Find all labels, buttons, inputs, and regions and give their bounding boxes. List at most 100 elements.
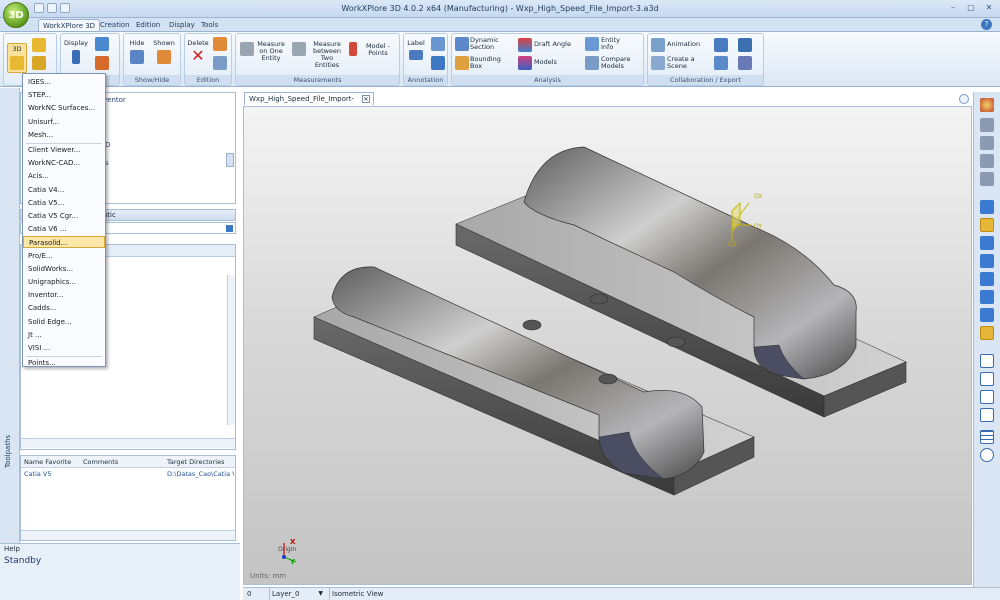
favorites-hscroll[interactable]: [21, 530, 235, 540]
menu-item-catia-v5-cgr[interactable]: Catia V5 Cgr...: [23, 210, 105, 222]
bottom-view-icon[interactable]: [980, 290, 994, 304]
text-abc-icon[interactable]: [431, 56, 445, 70]
zoom-fit-icon[interactable]: [980, 172, 994, 186]
hide-button[interactable]: Hide: [126, 40, 148, 66]
shown-cube-icon: [157, 50, 171, 64]
axis-y-label: Y: [290, 558, 296, 566]
delete-button[interactable]: Delete ✕: [187, 40, 209, 64]
open-folder-icon[interactable]: [32, 38, 46, 52]
close-tab-icon[interactable]: ✕: [362, 95, 370, 103]
tool-panel-hscroll[interactable]: [21, 438, 235, 448]
menu-item-visi[interactable]: VISI ...: [23, 342, 105, 354]
menu-item-points[interactable]: Points...: [23, 357, 105, 369]
favorites-col-target[interactable]: Target Directories: [167, 456, 224, 468]
display-label: Display: [64, 39, 88, 47]
bounding-box-button[interactable]: Bounding Box: [470, 56, 501, 70]
3d-viewport[interactable]: OX OY OZ X Origin Y Units: mm: [243, 106, 972, 585]
menu-item-solid-edge[interactable]: Solid Edge...: [23, 316, 105, 328]
measure-between-two-entities-button[interactable]: Measure between Two Entities: [308, 41, 346, 69]
menu-item-client-viewer[interactable]: Client Viewer...: [23, 144, 105, 156]
back-view-icon[interactable]: [980, 308, 994, 322]
transform-icon[interactable]: [213, 56, 227, 70]
zoom-in-icon[interactable]: [980, 136, 994, 150]
left-view-icon[interactable]: [980, 272, 994, 286]
table-row[interactable]: Catia V5 D:\Datas_Cao\Catia V5: [21, 469, 235, 480]
zoom-window-icon[interactable]: [980, 118, 994, 132]
maximize-button[interactable]: ▢: [964, 2, 978, 14]
import-3d-button[interactable]: 3D: [7, 43, 27, 73]
chevron-down-icon[interactable]: [226, 225, 233, 232]
layout-quad-icon[interactable]: [980, 408, 994, 422]
annotation-arrow-icon[interactable]: [431, 37, 445, 51]
display-button[interactable]: Display: [63, 40, 89, 66]
layout-vertical-icon[interactable]: [980, 372, 994, 386]
menu-item-step[interactable]: STEP...: [23, 89, 105, 101]
favorites-col-comments[interactable]: Comments: [83, 456, 118, 468]
toolpaths-tab[interactable]: Toolpaths: [4, 388, 16, 468]
color-cone-icon[interactable]: [95, 56, 109, 70]
tree-item-peek-1[interactable]: ventor: [103, 96, 126, 104]
layer-selector[interactable]: Layer_0 ▼: [269, 588, 325, 600]
entity-info-button[interactable]: Entity Info: [601, 37, 631, 51]
menu-item-solidworks[interactable]: SolidWorks...: [23, 263, 105, 275]
model-points-button[interactable]: Model - Points: [360, 43, 396, 57]
rotate-view-icon[interactable]: [980, 98, 994, 112]
document-tab[interactable]: Wxp_High_Speed_File_Import-3.a3d ✕: [244, 92, 374, 115]
menu-item-acis[interactable]: Acis...: [23, 170, 105, 182]
favorites-panel: Name Favorite Comments Target Directorie…: [20, 455, 236, 541]
recent-folder-icon[interactable]: [32, 56, 46, 70]
menu-item-mesh[interactable]: Mesh...: [23, 129, 105, 141]
part-model-view[interactable]: [244, 107, 973, 586]
favorites-col-name[interactable]: Name Favorite: [24, 456, 71, 468]
grid-icon[interactable]: [980, 430, 994, 444]
tool-panel-vscroll[interactable]: [227, 275, 235, 425]
compare-models-button[interactable]: Compare Models: [601, 56, 641, 70]
create-scene-button[interactable]: Create a Scene: [667, 56, 697, 70]
layout-single-icon[interactable]: [980, 354, 994, 368]
shaded-cube-icon[interactable]: [95, 37, 109, 51]
label-button[interactable]: Label: [406, 40, 426, 62]
menu-item-catia-v6[interactable]: Catia V6 ...: [23, 223, 105, 235]
share-icon[interactable]: [714, 56, 728, 70]
delete-x-icon: ✕: [191, 46, 205, 65]
animation-button[interactable]: Animation: [667, 41, 705, 48]
save-export-icon[interactable]: [738, 38, 752, 52]
application-button[interactable]: 3D: [3, 2, 29, 28]
menu-item-catia-v5[interactable]: Catia V5...: [23, 197, 105, 209]
menu-item-inventor[interactable]: Inventor...: [23, 289, 105, 301]
front-view-icon[interactable]: [980, 200, 994, 214]
edit-shape-icon[interactable]: [213, 37, 227, 51]
dynamic-section-button[interactable]: Dynamic Section: [470, 37, 500, 51]
section-view-icon[interactable]: [980, 326, 994, 340]
export-icon[interactable]: [714, 38, 728, 52]
iso-view-icon[interactable]: [980, 218, 994, 232]
draft-angle-button[interactable]: Draft Angle: [534, 41, 576, 48]
right-view-icon[interactable]: [980, 254, 994, 268]
help-icon[interactable]: ?: [981, 19, 992, 30]
menu-item-pro-e[interactable]: Pro/E...: [23, 250, 105, 262]
measure-on-one-entity-button[interactable]: Measure on One Entity: [256, 41, 286, 62]
tree-scrollbar[interactable]: [226, 153, 234, 167]
view-options-icon[interactable]: [959, 94, 969, 104]
menu-item-catia-v4[interactable]: Catia V4...: [23, 184, 105, 196]
target-icon[interactable]: [980, 448, 994, 462]
layout-horizontal-icon[interactable]: [980, 390, 994, 404]
units-label: Units: mm: [250, 572, 287, 580]
menu-item-cadds[interactable]: Cadds...: [23, 302, 105, 314]
zoom-out-icon[interactable]: [980, 154, 994, 168]
menu-item-unigraphics[interactable]: Unigraphics...: [23, 276, 105, 288]
models-button[interactable]: Models: [534, 59, 564, 66]
status-bar: 0 Layer_0 ▼ Isometric View: [243, 587, 1000, 600]
print-icon[interactable]: [738, 56, 752, 70]
minimize-button[interactable]: –: [946, 2, 960, 14]
animation-icon: [651, 38, 665, 52]
menu-item-iges[interactable]: IGES...: [23, 76, 105, 88]
top-view-icon[interactable]: [980, 236, 994, 250]
shown-button[interactable]: Shown: [150, 40, 178, 66]
menu-item-parasolid[interactable]: Parasolid...: [23, 236, 105, 249]
menu-item-worknc-cad[interactable]: WorkNC-CAD...: [23, 157, 105, 169]
close-button[interactable]: ✕: [982, 2, 996, 14]
menu-item-worknc-surfaces[interactable]: WorkNC Surfaces...: [23, 102, 105, 114]
menu-item-jt[interactable]: Jt ...: [23, 329, 105, 341]
menu-item-unisurf[interactable]: Unisurf...: [23, 116, 105, 128]
